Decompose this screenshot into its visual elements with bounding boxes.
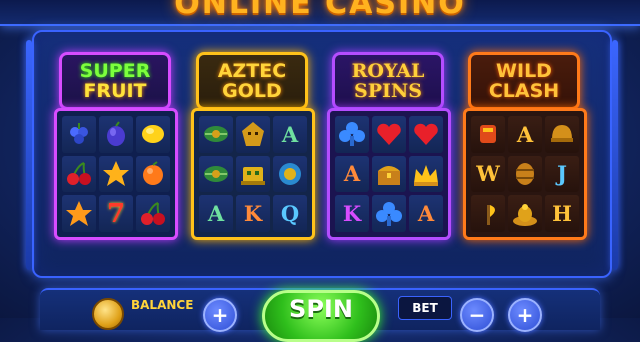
war-helmet-icon [545,116,579,153]
letter-j: J [545,155,579,193]
reel-grid: A K A [327,108,451,240]
letter-a: A [335,155,369,193]
machine-sign: ROYAL SPINS [332,52,444,110]
cherries-icon [62,155,96,193]
letter-k: K [236,195,270,232]
star-icon [99,155,133,193]
crown-icon [409,155,443,193]
golden-idol-icon [236,155,270,193]
heart-icon [372,116,406,153]
machine-name-line2: CLASH [488,80,560,102]
increase-bet-button[interactable]: + [508,298,542,332]
increase-balance-button[interactable]: + [203,298,237,332]
axe-icon [471,195,505,232]
jungle-leaf-icon [199,116,233,153]
jungle-leaf-icon [199,155,233,193]
letter-h: H [545,195,579,232]
letter-w: W [471,155,505,193]
plum-icon [99,116,133,153]
slot-machine-royal-spins[interactable]: ROYAL SPINS A K A [327,52,451,240]
machine-name-line2: FRUIT [83,80,147,102]
barrel-icon [508,155,542,193]
machine-name-line2: GOLD [222,80,282,102]
machine-sign: AZTEC GOLD [196,52,308,110]
right-rail [612,40,618,270]
balance-label: BALANCE [131,298,194,312]
machine-name-line1: WILD [496,60,552,82]
slot-machine-wild-clash[interactable]: WILD CLASH A W J H [463,52,587,240]
bet-label: BET [398,296,452,320]
treasure-chest-icon [372,155,406,193]
grapes-icon [62,116,96,153]
machine-name-line1: SUPER [79,60,151,82]
slot-machine-aztec-gold[interactable]: AZTEC GOLD A A K Q [191,52,315,240]
reel-grid: A A K Q [191,108,315,240]
orange-icon [136,155,170,193]
club-icon [335,116,369,153]
gold-pile-icon [508,195,542,232]
reel-grid: 7 [54,108,178,240]
aztec-mask-icon [236,116,270,153]
letter-a: A [199,195,233,232]
machine-sign: WILD CLASH [468,52,580,110]
letter-a: A [273,116,307,153]
decrease-bet-button[interactable]: − [460,298,494,332]
letter-k: K [335,195,369,232]
letter-q: Q [273,195,307,232]
heart-icon [409,116,443,153]
seven-icon: 7 [99,195,133,232]
lemon-icon [136,116,170,153]
machine-name-line1: AZTEC [217,60,287,82]
machine-sign: SUPER FRUIT [59,52,171,110]
blue-mask-icon [273,155,307,193]
coin-stack-icon [92,298,124,330]
star-icon [62,195,96,232]
letter-a: A [409,195,443,232]
letter-a: A [508,116,542,153]
left-rail [26,40,32,270]
machine-name-line2: SPINS [354,80,422,102]
slot-machine-super-fruit[interactable]: SUPER FRUIT 7 [54,52,178,240]
page-title: ONLINE CASINO [174,0,466,21]
reel-grid: A W J H [463,108,587,240]
armor-icon [471,116,505,153]
spin-button[interactable]: SPIN [262,290,380,342]
club-icon [372,195,406,232]
machine-name-line1: ROYAL [351,60,425,82]
cherries-icon [136,195,170,232]
